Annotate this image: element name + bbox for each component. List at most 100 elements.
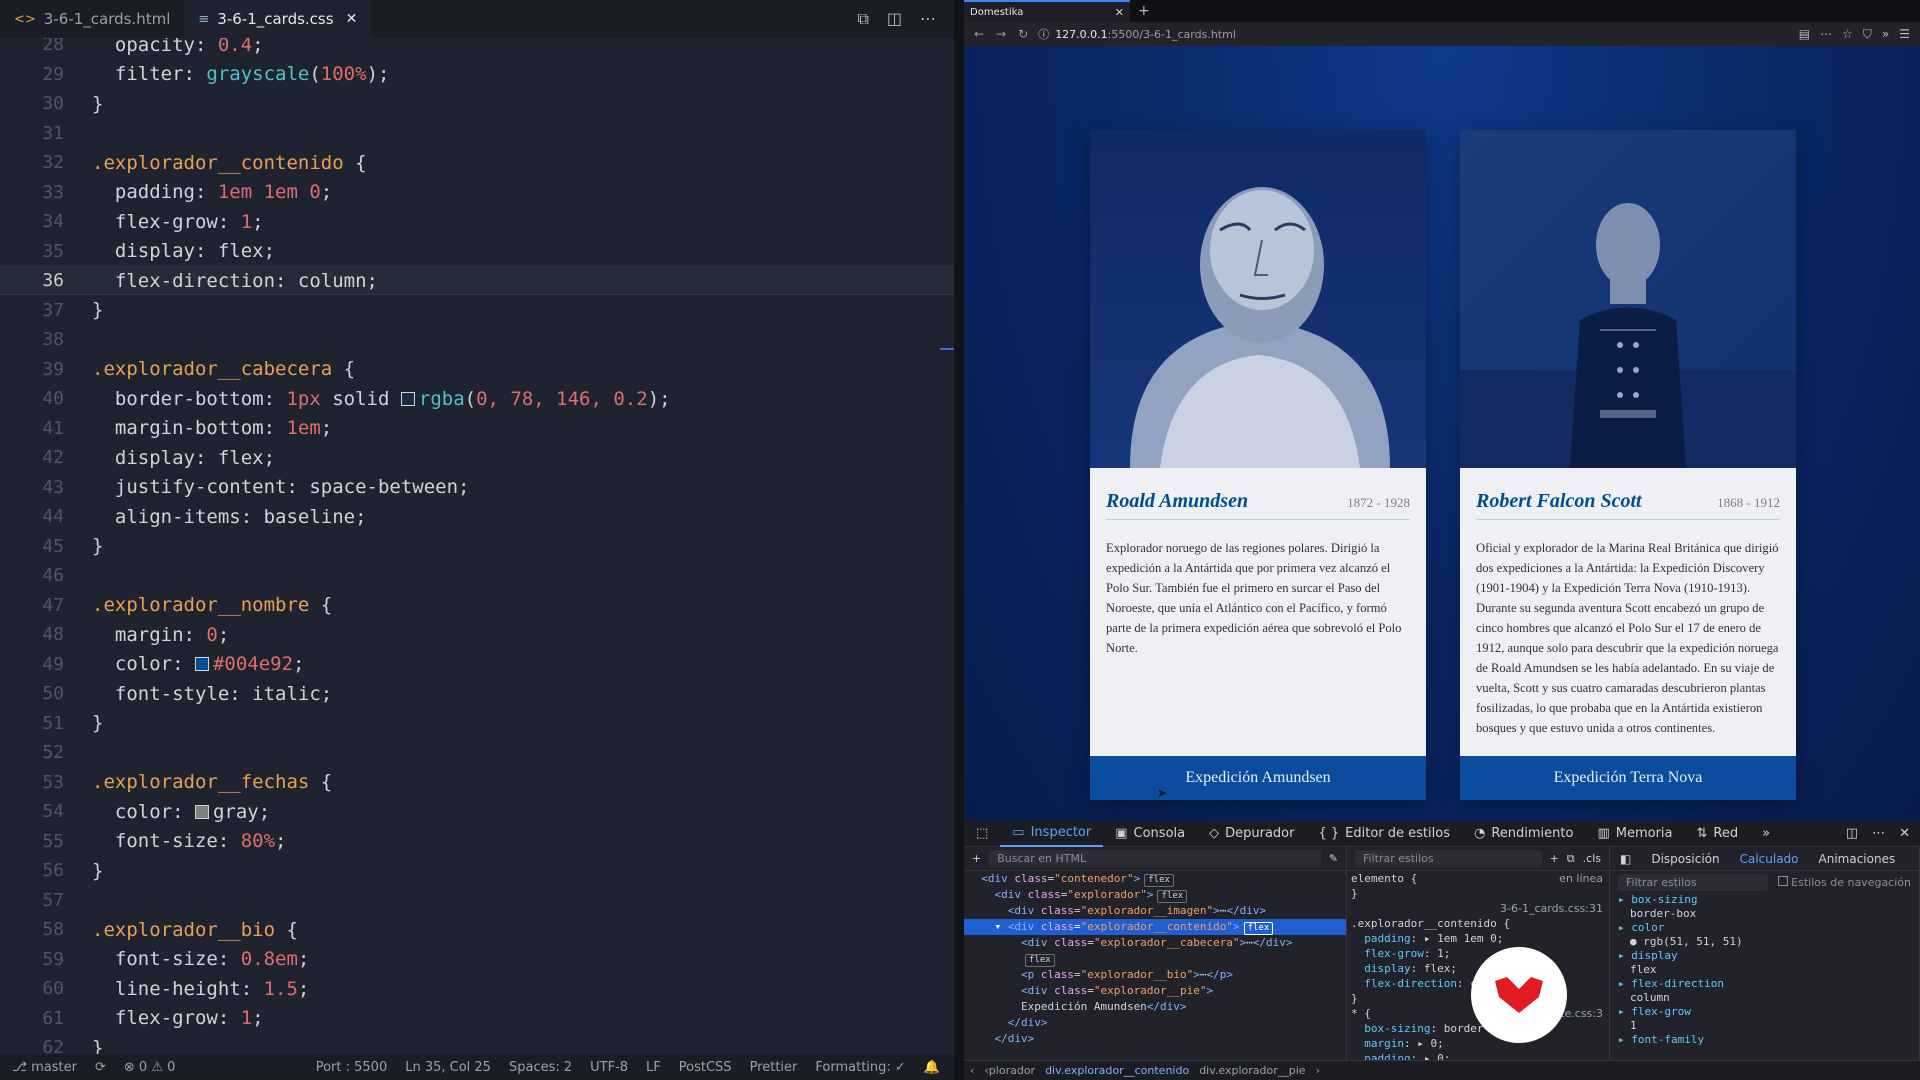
tab-debugger[interactable]: ◇ Depurador <box>1197 821 1306 847</box>
breadcrumb-item[interactable]: div.explorador__contenido <box>1045 1064 1189 1077</box>
split-editor-icon[interactable]: ◫ <box>887 9 902 29</box>
code-line[interactable]: 35 display: flex; <box>0 237 954 266</box>
new-tab-icon[interactable]: + <box>1130 0 1150 22</box>
code-line[interactable]: 52 <box>0 738 954 767</box>
code-line[interactable]: 38 <box>0 325 954 354</box>
css-rule-line[interactable]: 3-6-1_cards.css:31 <box>1347 901 1609 916</box>
toggle-pseudo-icon[interactable]: ⧉ <box>1567 852 1575 866</box>
sync-icon[interactable]: ⟳ <box>95 1060 106 1075</box>
breadcrumb-item[interactable]: div.explorador__pie <box>1199 1064 1305 1077</box>
explorer-footer-link[interactable]: Expedición Terra Nova <box>1460 756 1796 800</box>
tab-console[interactable]: ▣ Consola <box>1103 821 1197 847</box>
code-line[interactable]: 59 font-size: 0.8em; <box>0 945 954 974</box>
code-line[interactable]: 30} <box>0 89 954 118</box>
html-search-input[interactable]: Buscar en HTML <box>989 850 1321 867</box>
code-line[interactable]: 28 opacity: 0.4; <box>0 38 954 59</box>
browser-styles-checkbox[interactable]: Estilos de navegación <box>1777 875 1911 889</box>
tab-performance[interactable]: ◔ Rendimiento <box>1462 821 1585 847</box>
encoding[interactable]: UTF-8 <box>590 1060 628 1075</box>
computed-property[interactable]: ▸ color ● rgb(51, 51, 51) <box>1610 921 1919 949</box>
markup-node[interactable]: <div class="explorador__cabecera">⋯</div… <box>964 935 1346 951</box>
markup-node[interactable]: <p class="explorador__bio">⋯</p> <box>964 967 1346 983</box>
markup-tree[interactable]: <div class="contenedor"> flex <div class=… <box>964 871 1346 1047</box>
tab-animations[interactable]: Animaciones <box>1819 852 1896 866</box>
markup-node[interactable]: </div> <box>964 1031 1346 1047</box>
close-tab-icon[interactable]: ✕ <box>1115 6 1124 19</box>
pocket-icon[interactable]: ⛉ <box>1863 27 1872 42</box>
code-line[interactable]: 41 margin-bottom: 1em; <box>0 414 954 443</box>
code-line[interactable]: 42 display: flex; <box>0 443 954 472</box>
devtools-menu-icon[interactable]: ⋯ <box>1872 826 1885 841</box>
markup-node[interactable]: <div class="explorador__imagen">⋯</div> <box>964 903 1346 919</box>
code-line[interactable]: 61 flex-grow: 1; <box>0 1004 954 1033</box>
computed-property[interactable]: ▸ display flex <box>1610 949 1919 977</box>
tab-css-file[interactable]: ≡ 3-6-1_cards.css ✕ <box>184 0 372 38</box>
code-line[interactable]: 55 font-size: 80%; <box>0 827 954 856</box>
css-rule-line[interactable]: .explorador__contenido { <box>1347 916 1609 931</box>
code-line[interactable]: 60 line-height: 1.5; <box>0 974 954 1003</box>
formatting-status[interactable]: Formatting: ✓ <box>815 1060 905 1075</box>
cursor-position[interactable]: Ln 35, Col 25 <box>405 1060 491 1075</box>
open-changes-icon[interactable]: ⧉ <box>857 9 868 29</box>
code-line[interactable]: 45} <box>0 532 954 561</box>
css-rule-line[interactable]: flex-grow: 1; <box>1347 946 1609 961</box>
css-rule-line[interactable]: padding: ▸ 1em 1em 0; <box>1347 931 1609 946</box>
element-picker-icon[interactable]: ⬚ <box>964 821 1000 847</box>
more-tabs-icon[interactable]: » <box>1750 821 1782 847</box>
sidebar-toggle-icon[interactable]: ◧ <box>1620 852 1631 866</box>
markup-node[interactable]: <div class="explorador__pie"> <box>964 983 1346 999</box>
code-line[interactable]: 36 flex-direction: column; <box>0 266 954 295</box>
add-rule-icon[interactable]: + <box>1550 852 1559 865</box>
more-actions-icon[interactable]: ⋯ <box>920 9 936 29</box>
close-tab-icon[interactable]: ✕ <box>346 11 358 27</box>
markup-node[interactable]: <div class="explorador"> flex <box>964 887 1346 903</box>
explorer-footer-link[interactable]: Expedición Amundsen <box>1090 756 1426 800</box>
menu-icon[interactable]: ☰ <box>1899 27 1910 42</box>
page-actions-icon[interactable]: ⋯ <box>1820 27 1832 42</box>
code-line[interactable]: 29 filter: grayscale(100%); <box>0 60 954 89</box>
computed-property[interactable]: ▸ font-family <box>1610 1033 1919 1047</box>
breadcrumb-prev-icon[interactable]: ‹ <box>970 1064 974 1077</box>
indentation[interactable]: Spaces: 2 <box>509 1060 572 1075</box>
tab-layout[interactable]: Disposición <box>1651 852 1719 866</box>
bell-icon[interactable]: 🔔 <box>924 1060 940 1075</box>
close-devtools-icon[interactable]: ✕ <box>1899 826 1910 841</box>
forward-icon[interactable]: → <box>996 27 1006 41</box>
css-rule-line[interactable]: } <box>1347 886 1609 901</box>
computed-property[interactable]: ▸ box-sizing border-box <box>1610 893 1919 921</box>
code-line[interactable]: 54 color: gray; <box>0 797 954 826</box>
markup-node[interactable]: <div class="contenedor"> flex <box>964 871 1346 887</box>
markup-node[interactable]: Expedición Amundsen</div> <box>964 999 1346 1015</box>
language-mode[interactable]: PostCSS <box>679 1060 732 1075</box>
markup-node[interactable]: </div> <box>964 1015 1346 1031</box>
tab-computed[interactable]: Calculado <box>1740 852 1799 866</box>
tab-style-editor[interactable]: { } Editor de estilos <box>1306 821 1462 847</box>
line-ending[interactable]: LF <box>646 1060 661 1075</box>
reload-icon[interactable]: ↻ <box>1018 27 1028 41</box>
code-line[interactable]: 37} <box>0 296 954 325</box>
dock-icon[interactable]: ◫ <box>1846 826 1858 841</box>
code-line[interactable]: 58 .explorador__bio { <box>0 915 954 944</box>
reader-view-icon[interactable]: ▤ <box>1799 27 1810 42</box>
code-line[interactable]: 49 color: #004e92; <box>0 650 954 679</box>
formatter[interactable]: Prettier <box>750 1060 798 1075</box>
code-line[interactable]: 39 .explorador__cabecera { <box>0 355 954 384</box>
markup-node[interactable]: ▾ <div class="explorador__contenido"> fle… <box>964 919 1346 935</box>
breadcrumb-item[interactable]: ‹plorador <box>984 1064 1035 1077</box>
code-area[interactable]: 28 opacity: 0.4; 29 filter: grayscale(100… <box>0 38 954 1060</box>
address-bar[interactable]: ⓘ 127.0.0.1:5500/3-6-1_cards.html <box>1038 26 1236 42</box>
tab-memory[interactable]: ▥ Memoria <box>1585 821 1684 847</box>
code-line[interactable]: 33 padding: 1em 1em 0; <box>0 178 954 207</box>
cls-toggle[interactable]: .cls <box>1583 852 1601 865</box>
computed-property[interactable]: ▸ flex-direction column <box>1610 977 1919 1005</box>
code-line[interactable]: 56} <box>0 856 954 885</box>
add-node-icon[interactable]: + <box>972 852 981 865</box>
branch-indicator[interactable]: ⎇ master <box>12 1060 77 1075</box>
code-line[interactable]: 53 .explorador__fechas { <box>0 768 954 797</box>
code-line[interactable]: 31 <box>0 119 954 148</box>
live-server-port[interactable]: Port : 5500 <box>316 1060 388 1075</box>
code-line[interactable]: 48 margin: 0; <box>0 620 954 649</box>
tab-inspector[interactable]: ▭ Inspector <box>1000 821 1104 847</box>
markup-node[interactable]: flex <box>964 951 1346 967</box>
css-rule-line[interactable]: box-sizing: border-box; <box>1347 1021 1609 1036</box>
